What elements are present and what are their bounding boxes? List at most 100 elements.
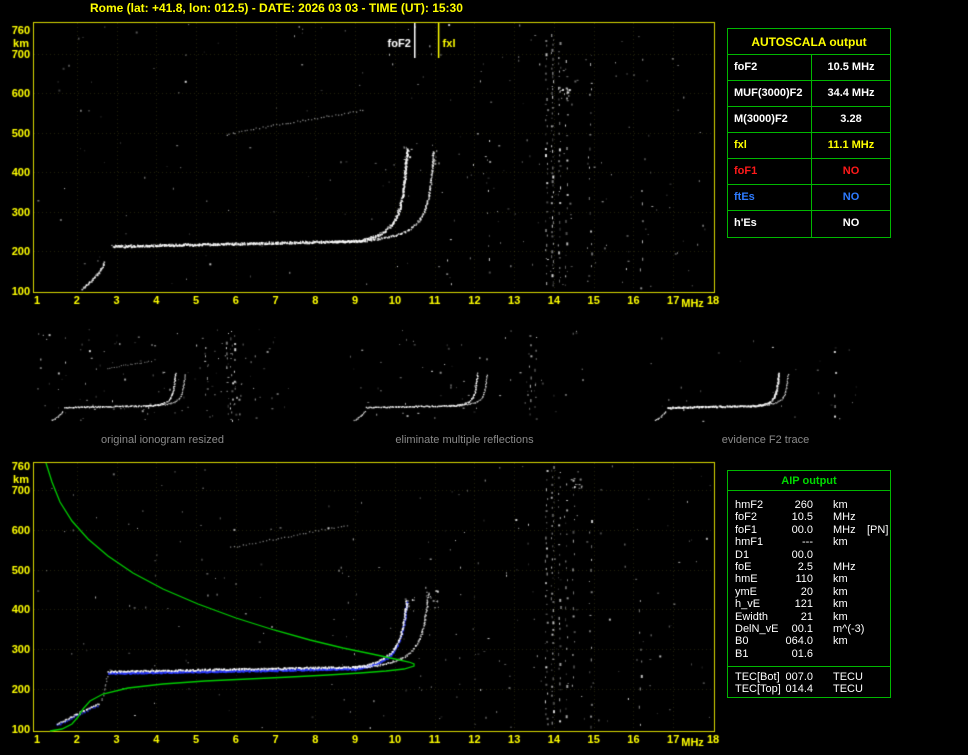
aip-row-hmf2: hmF2 260 km: [735, 499, 890, 511]
aip-row-label: foE: [735, 560, 752, 573]
aip-row-extra: [863, 635, 890, 647]
aip-row-value: 00.0: [791, 548, 813, 561]
aip-row-extra: [863, 586, 890, 598]
aip-row-value: 10.5: [791, 511, 813, 524]
aip-row-value: 110: [795, 573, 813, 586]
autoscala-panel-title: AUTOSCALA output: [728, 29, 890, 55]
aip-row-value: 014.4: [785, 683, 813, 696]
aip-row-value: 21: [800, 610, 813, 623]
autoscala-row-value: NO: [842, 165, 860, 177]
aip-row-value: 2.5: [797, 560, 813, 573]
aip-row-ewidth: Ewidth 21 km: [735, 611, 890, 623]
autoscala-row-value: 11.1 MHz: [827, 139, 875, 151]
autoscala-row-value: 10.5 MHz: [827, 61, 875, 73]
aip-row-delnve: DelN_vE 00.1 m^(-3): [735, 623, 890, 635]
aip-row-b1: B1 01.6: [735, 648, 890, 660]
autoscala-row-fxl: fxl 11.1 MHz: [728, 133, 890, 159]
aip-row-value: 064.0: [785, 635, 813, 648]
thumbnail-caption-evidence: evidence F2 trace: [721, 434, 810, 446]
thumbnail-original-ionogram: [35, 327, 290, 424]
aip-row-label: Ewidth: [735, 610, 769, 623]
aip-row-unit: MHz: [833, 511, 856, 524]
autoscala-row-value: 34.4 MHz: [827, 87, 875, 99]
aip-panel-title: AIP output: [728, 471, 890, 491]
aip-row-label: B0: [735, 635, 749, 648]
aip-row-fof1: foF1 00.0 MHz [PN]: [735, 524, 890, 536]
aip-row-extra: [863, 511, 890, 523]
autoscala-row-value: NO: [842, 191, 860, 203]
autoscala-output-panel: AUTOSCALA output foF2 10.5 MHz MUF(3000)…: [727, 28, 891, 238]
autoscala-row-ftes: ftEs NO: [728, 185, 890, 211]
aip-row-label: TEC[Top]: [735, 683, 781, 696]
aip-row-fof2: foF2 10.5 MHz: [735, 511, 890, 523]
aip-row-hve: h_vE 121 km: [735, 598, 890, 610]
aip-row-unit: km: [833, 635, 848, 648]
aip-row-unit: km: [833, 585, 848, 598]
aip-row-unit: km: [833, 598, 848, 611]
aip-row-foe: foE 2.5 MHz: [735, 561, 890, 573]
aip-row-label: D1: [735, 548, 750, 561]
thumbnail-caption-original: original ionogram resized: [101, 434, 224, 446]
autoscala-row-label: M(3000)F2: [728, 107, 812, 132]
aip-row-label: B1: [735, 647, 749, 660]
autoscala-row-label: ftEs: [728, 185, 812, 210]
aip-row-extra: [863, 549, 890, 561]
autoscala-row-m3000f2: M(3000)F2 3.28: [728, 107, 890, 133]
top-ionogram-plot: [0, 0, 724, 316]
aip-row-tec-top: TEC[Top] 014.4 TECU: [735, 683, 890, 695]
aip-row-unit: m^(-3): [833, 622, 865, 635]
aip-row-label: ymE: [735, 585, 757, 598]
aip-row-value: 260: [794, 499, 813, 511]
aip-row-unit: [813, 648, 863, 660]
aip-row-unit: TECU: [833, 671, 863, 684]
aip-row-b0: B0 064.0 km: [735, 635, 890, 647]
aip-row-label: DelN_vE: [735, 622, 779, 635]
thumbnail-caption-eliminate: eliminate multiple reflections: [395, 434, 534, 446]
autoscala-row-label: foF1: [728, 159, 812, 184]
aip-row-label: TEC[Bot]: [735, 671, 780, 684]
bottom-ionogram-plot: [0, 450, 724, 755]
autoscala-row-label: fxl: [728, 133, 812, 158]
thumbnail-evidence-f2-trace: [638, 327, 893, 424]
aip-row-extra: [PN]: [867, 523, 889, 536]
aip-row-yme: ymE 20 km: [735, 586, 890, 598]
aip-row-label: hmE: [735, 573, 758, 586]
aip-row-extra: [863, 598, 890, 610]
autoscala-row-value: 3.28: [840, 113, 862, 125]
autoscala-row-fof1: foF1 NO: [728, 159, 890, 185]
aip-row-unit: TECU: [833, 683, 863, 696]
autoscala-row-label: h'Es: [728, 211, 812, 237]
aip-row-unit: km: [833, 573, 848, 586]
aip-row-value: 00.0: [791, 523, 813, 536]
aip-row-extra: [863, 671, 890, 683]
aip-row-value: ---: [802, 536, 813, 549]
aip-row-label: foF1: [735, 523, 758, 536]
aip-row-extra: [863, 561, 890, 573]
aip-row-extra: [863, 611, 890, 623]
aip-row-extra: [863, 648, 890, 660]
aip-row-tec-bot: TEC[Bot] 007.0 TECU: [735, 671, 890, 683]
aip-row-value: 007.0: [785, 671, 813, 684]
autoscala-row-label: MUF(3000)F2: [728, 81, 812, 106]
aip-row-extra: [863, 623, 890, 635]
aip-row-label: foF2: [735, 511, 758, 524]
autoscala-row-label: foF2: [728, 55, 812, 80]
aip-tec-section: TEC[Bot] 007.0 TECU TEC[Top] 014.4 TECU: [728, 666, 890, 696]
aip-row-value: 01.6: [791, 647, 813, 660]
aip-row-unit: km: [833, 610, 848, 623]
thumbnail-eliminate-reflections: [337, 327, 592, 424]
aip-row-unit: km: [833, 499, 848, 511]
aip-row-extra: [863, 573, 890, 585]
aip-row-unit: MHz: [833, 523, 856, 536]
aip-row-value: 121: [794, 598, 813, 611]
aip-row-unit: [813, 549, 863, 561]
aip-row-extra: [863, 683, 890, 695]
aip-output-panel: AIP output hmF2 260 km foF2 10.5 MHz foF1 00.…: [727, 470, 891, 698]
aip-row-label: hmF2: [735, 499, 764, 511]
autoscala-row-fof2: foF2 10.5 MHz: [728, 55, 890, 81]
aip-row-value: 20: [800, 585, 813, 598]
aip-row-hmf1: hmF1 --- km: [735, 536, 890, 548]
aip-row-extra: [863, 536, 890, 548]
aip-rows: hmF2 260 km foF2 10.5 MHz foF1 00.0 MHz [PN] hm…: [728, 491, 890, 660]
autoscala-row-hes: h'Es NO: [728, 211, 890, 237]
